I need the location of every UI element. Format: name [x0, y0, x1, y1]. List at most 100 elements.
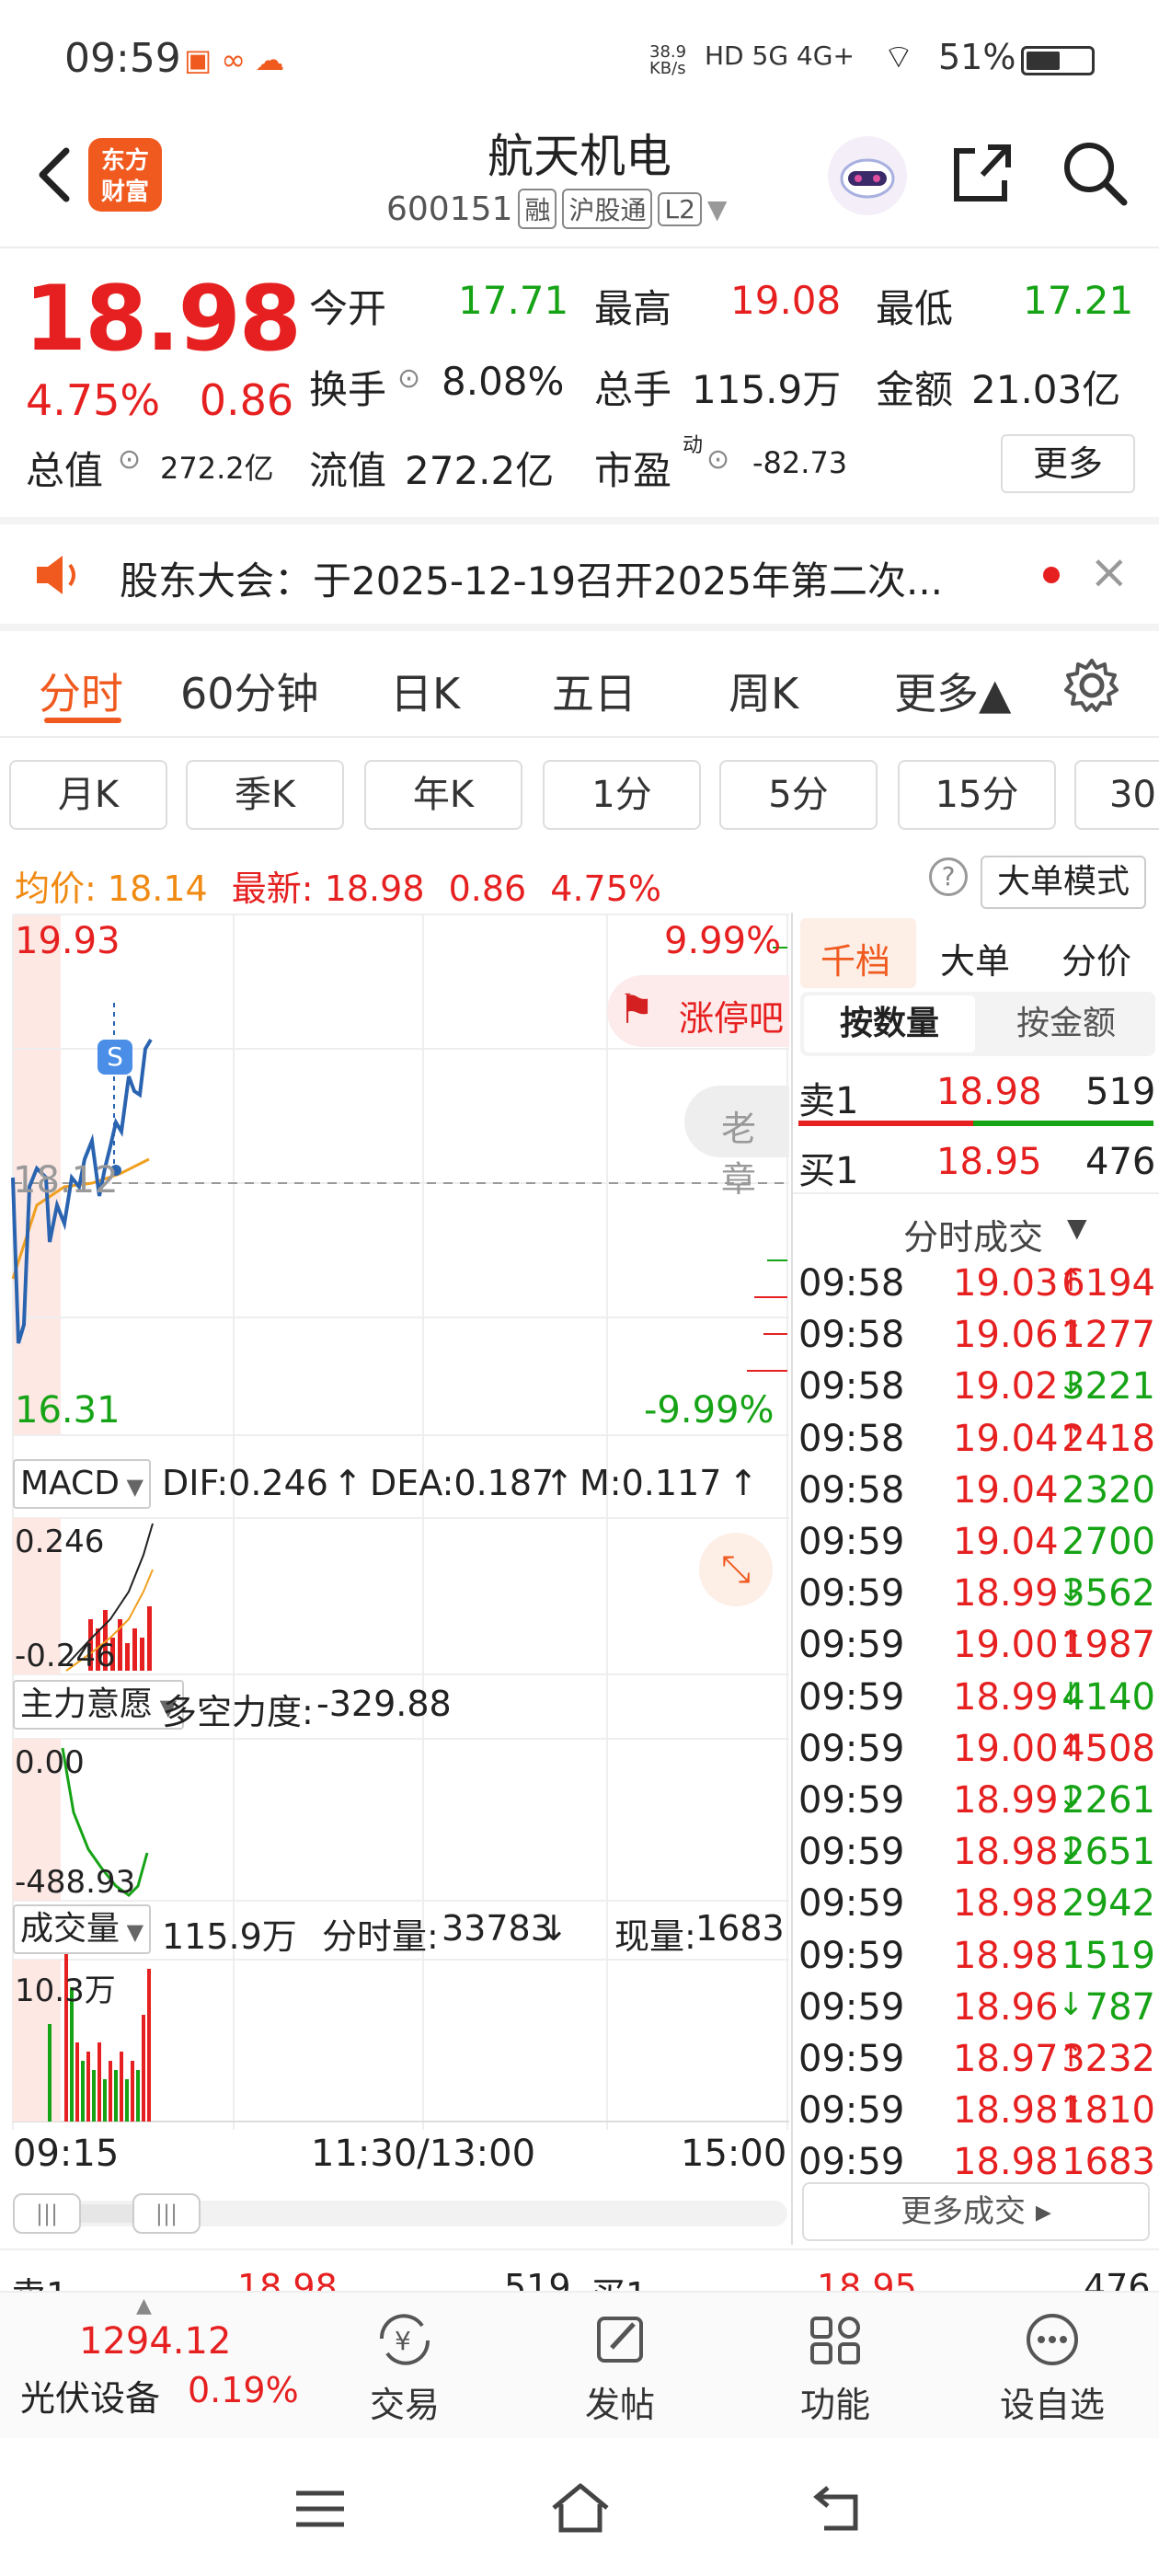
slider-handle-right[interactable]: |||: [132, 2193, 201, 2234]
tab-big-orders[interactable]: 大单: [940, 933, 1010, 983]
volume-top-value: 10.3万: [15, 1972, 116, 2009]
trade-price: 18.99: [953, 1675, 1059, 1719]
macd-selector[interactable]: MACD ▼: [13, 1459, 152, 1509]
trade-time: 09:59: [798, 1572, 905, 1616]
open-label: 今开: [309, 286, 387, 331]
trade-volume: 4140: [1061, 1675, 1155, 1719]
tab-more[interactable]: 更多▲: [894, 661, 1011, 721]
more-dots-icon: [1027, 2314, 1078, 2365]
intraday-chart-area[interactable]: 19.93 9.99% 18.12 16.31 -9.99% S ⚑ 涨停吧 老…: [0, 911, 789, 2199]
ktab-5min[interactable]: 5分: [719, 760, 878, 830]
trade-price: 19.00: [953, 1727, 1059, 1770]
net-speed: 38.9 KB/s: [649, 42, 687, 78]
ktab-year[interactable]: 年K: [364, 760, 522, 830]
tab-depth[interactable]: 千档: [820, 933, 890, 983]
add-watchlist-button[interactable]: 设自选: [979, 2311, 1126, 2427]
trade-row: 09:59 19.00 ↑ 1987: [798, 1624, 1155, 1675]
trade-volume: 4508: [1061, 1727, 1155, 1770]
trade-volume: 3221: [1061, 1365, 1155, 1409]
close-icon[interactable]: ×: [1089, 545, 1130, 600]
post-button[interactable]: 发帖: [546, 2311, 694, 2427]
trade-row: 09:59 19.04 2700: [798, 1521, 1155, 1572]
gear-icon[interactable]: [1061, 655, 1122, 716]
macd-dea: DEA:0.187: [370, 1463, 555, 1503]
sub-tab-by-amount[interactable]: 按金额: [981, 995, 1152, 1052]
main-force-selector[interactable]: 主力意愿 ▼: [13, 1680, 185, 1730]
firecracker-icon: ⚑: [618, 986, 655, 1033]
trade-time: 09:59: [798, 2038, 905, 2080]
trade-volume: 2261: [1061, 1779, 1155, 1822]
trade-time: 09:59: [798, 2089, 905, 2133]
trade-time: 09:59: [798, 2141, 905, 2184]
ob-buy-label: 买1: [591, 2267, 648, 2291]
trade-time: 09:59: [798, 1779, 905, 1822]
pe-label: 市盈: [594, 448, 672, 493]
trade-button[interactable]: ¥ 交易: [331, 2311, 478, 2427]
volume-value: 115.9万: [692, 367, 842, 412]
depth-bar: [798, 1121, 973, 1126]
info-icon[interactable]: ⊙: [118, 443, 141, 476]
functions-label: 功能: [799, 2385, 870, 2425]
home-icon[interactable]: [548, 2480, 613, 2536]
more-trades-button[interactable]: 更多成交 ▸: [802, 2182, 1150, 2241]
trade-price: 19.04: [953, 1521, 1059, 1563]
search-icon[interactable]: [1058, 136, 1131, 210]
tab-five-day[interactable]: 五日: [552, 661, 637, 721]
chart-range-slider[interactable]: ||| |||: [13, 2193, 787, 2234]
functions-button[interactable]: 功能: [762, 2311, 909, 2427]
trade-row: 09:59 18.97 ↑ 3232: [798, 2038, 1155, 2089]
tab-intraday[interactable]: 分时: [39, 661, 123, 721]
notice-banner[interactable]: 股东大会：于2025-12-19召开2025年第二次... ×: [0, 524, 1159, 624]
chevron-down-icon[interactable]: ▼: [707, 194, 728, 224]
more-quote-button[interactable]: 更多: [1001, 434, 1135, 493]
edit-icon: [597, 2317, 643, 2363]
big-order-mode-button[interactable]: 大单模式: [981, 856, 1146, 909]
level2-panel: 千档 大单 分价 按数量 按金额 卖1 18.98 519 买1 18.95 4…: [791, 913, 1159, 2245]
trade-volume: 3562: [1061, 1572, 1155, 1616]
side-float-badge[interactable]: 老章: [684, 1086, 789, 1200]
trade-row: 09:59 18.98 ↓ 2651: [798, 1831, 1155, 1882]
battery-icon: [1021, 46, 1095, 75]
help-icon[interactable]: ?: [929, 857, 968, 896]
trade-time: 09:59: [798, 1727, 905, 1770]
main-force-top: 0.00: [15, 1744, 85, 1781]
limit-up-badge[interactable]: ⚑ 涨停吧: [607, 975, 789, 1047]
tab-60min[interactable]: 60分钟: [180, 661, 319, 721]
info-icon[interactable]: ⊙: [706, 443, 729, 476]
ktab-30min[interactable]: 30: [1074, 760, 1159, 830]
trade-time: 09:58: [798, 1365, 905, 1409]
trade-price: 18.98: [953, 1831, 1059, 1874]
turnover-value: 8.08%: [442, 359, 565, 404]
share-icon[interactable]: [947, 138, 1017, 208]
index-ticker[interactable]: ▲ 1294.12 光伏设备 0.19%: [0, 2293, 313, 2440]
rp-buy1-volume: 476: [1085, 1141, 1156, 1183]
trades-title[interactable]: 分时成交: [903, 1209, 1043, 1259]
avg-label: 均价:: [15, 868, 97, 909]
divider: [793, 1192, 1159, 1194]
ktab-1min[interactable]: 1分: [543, 760, 701, 830]
ktab-month[interactable]: 月K: [9, 760, 167, 830]
ktab-15min[interactable]: 15分: [898, 760, 1056, 830]
main-force-bottom: -488.93: [15, 1864, 136, 1901]
chart-mid-price: 18.12: [13, 1159, 119, 1202]
trade-volume: 2942: [1061, 1882, 1155, 1926]
tab-weekly-k[interactable]: 周K: [729, 661, 798, 721]
info-icon[interactable]: ⊙: [397, 362, 420, 395]
assistant-robot-icon[interactable]: [828, 136, 907, 215]
tab-price-dist[interactable]: 分价: [1061, 933, 1131, 983]
caret-down-icon[interactable]: ▼: [1067, 1213, 1087, 1243]
trade-volume: 6194: [1061, 1262, 1155, 1305]
trade-volume: 1683: [1061, 2141, 1155, 2184]
divider: [0, 624, 1159, 631]
volume-selector[interactable]: 成交量 ▼: [13, 1904, 152, 1954]
expand-icon[interactable]: ⤡: [699, 1533, 773, 1606]
slider-handle-left[interactable]: |||: [13, 2193, 81, 2234]
menu-icon[interactable]: [293, 2486, 348, 2532]
sub-tab-by-volume[interactable]: 按数量: [804, 995, 975, 1052]
tick-volume-value: 33783: [442, 1908, 553, 1949]
signal-s-badge[interactable]: S: [98, 1040, 132, 1075]
ktab-quarter[interactable]: 季K: [186, 760, 344, 830]
tab-daily-k[interactable]: 日K: [390, 661, 460, 721]
back-nav-icon[interactable]: [809, 2480, 868, 2536]
trade-time: 09:59: [798, 1934, 905, 1977]
